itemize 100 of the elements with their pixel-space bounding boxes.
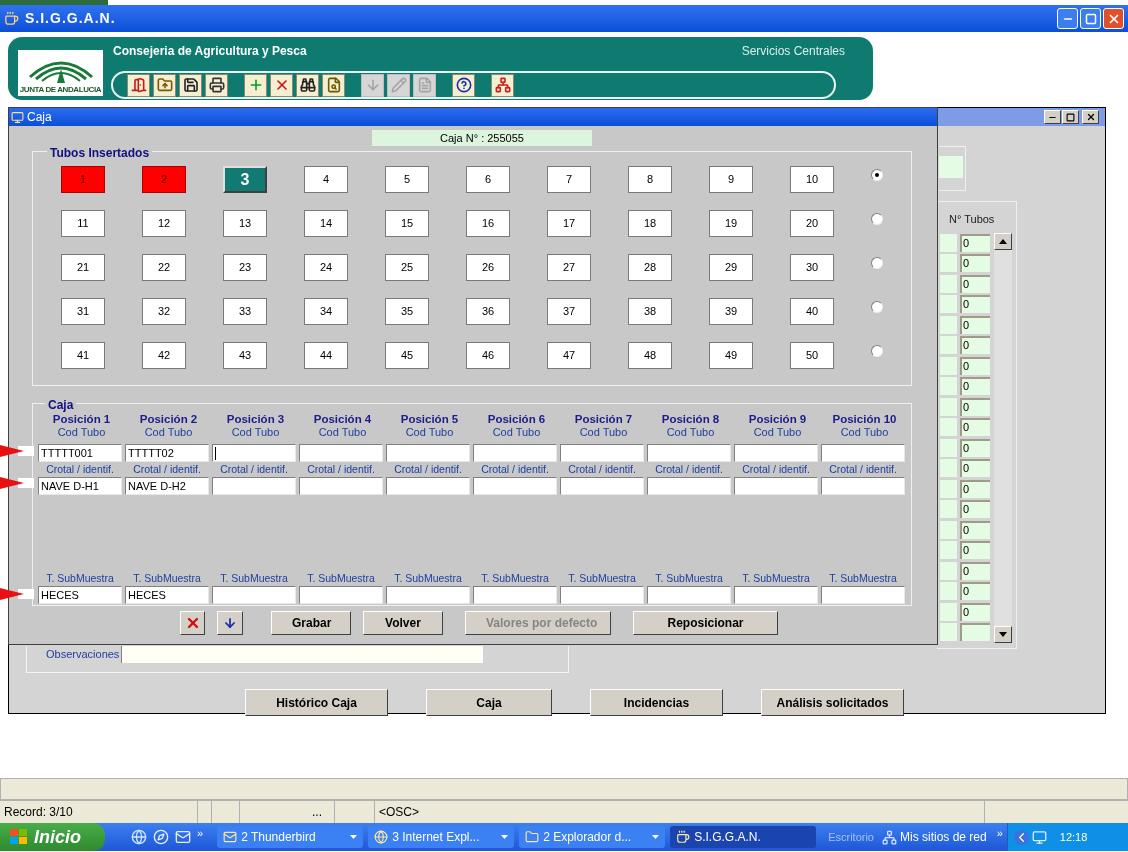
tube-button[interactable]: 13 <box>223 210 267 237</box>
input-field[interactable] <box>940 254 957 273</box>
count-field[interactable]: 0 <box>960 274 990 293</box>
tube-button[interactable]: 38 <box>628 298 672 325</box>
action-button[interactable]: Histórico Caja <box>245 689 388 716</box>
text-field[interactable] <box>821 586 905 604</box>
count-field[interactable]: 0 <box>960 397 990 416</box>
action-button[interactable]: Reposicionar <box>633 611 778 635</box>
action-button[interactable]: Grabar <box>271 611 351 635</box>
input-field[interactable] <box>940 602 957 621</box>
count-field[interactable]: 0 <box>960 500 990 519</box>
minimize-button[interactable] <box>1044 110 1061 124</box>
text-field[interactable] <box>386 444 470 462</box>
input-field[interactable] <box>940 459 957 478</box>
toolbar-button[interactable] <box>452 73 475 97</box>
count-field[interactable]: 0 <box>960 233 990 252</box>
tube-button[interactable]: 17 <box>547 210 591 237</box>
tube-button[interactable]: 19 <box>709 210 753 237</box>
tube-button[interactable]: 28 <box>628 254 672 281</box>
count-field[interactable]: 0 <box>960 315 990 334</box>
computer-icon[interactable] <box>1031 829 1047 845</box>
tube-button[interactable]: 33 <box>223 298 267 325</box>
input-field[interactable] <box>940 541 957 560</box>
count-field[interactable]: 0 <box>960 356 990 375</box>
tube-button[interactable]: 36 <box>466 298 510 325</box>
tube-button[interactable]: 50 <box>790 342 834 369</box>
tube-button[interactable]: 45 <box>385 342 429 369</box>
text-field[interactable]: NAVE D-H1 <box>38 477 122 495</box>
tube-button[interactable]: 10 <box>790 166 834 193</box>
toolbar-button[interactable] <box>179 73 202 97</box>
count-field[interactable]: 0 <box>960 418 990 437</box>
text-field[interactable]: NAVE D-H2 <box>125 477 209 495</box>
text-field[interactable] <box>212 477 296 495</box>
text-field[interactable] <box>299 586 383 604</box>
count-field[interactable]: 0 <box>960 520 990 539</box>
text-field[interactable]: TTTTT001 <box>38 444 122 462</box>
input-field[interactable] <box>940 582 957 601</box>
action-button[interactable]: Caja <box>426 689 552 716</box>
input-field[interactable] <box>940 274 957 293</box>
text-field[interactable] <box>734 477 818 495</box>
scroll-down-button[interactable] <box>994 625 1012 643</box>
text-field[interactable] <box>212 444 296 462</box>
text-field[interactable]: HECES <box>38 586 122 604</box>
text-field[interactable] <box>473 586 557 604</box>
tube-button[interactable]: 43 <box>223 342 267 369</box>
mail-icon[interactable] <box>175 829 191 845</box>
count-field[interactable]: 0 <box>960 377 990 396</box>
input-field[interactable] <box>940 520 957 539</box>
network-icon[interactable] <box>881 829 897 845</box>
row-radio[interactable] <box>871 256 883 269</box>
tube-button[interactable]: 39 <box>709 298 753 325</box>
text-field[interactable] <box>560 477 644 495</box>
scroll-up-button[interactable] <box>994 232 1012 250</box>
text-field[interactable] <box>734 586 818 604</box>
overflow-chevron[interactable]: » <box>996 824 1003 842</box>
tube-button[interactable]: 35 <box>385 298 429 325</box>
tube-button[interactable]: 15 <box>385 210 429 237</box>
input-field[interactable] <box>940 315 957 334</box>
tube-button[interactable]: 27 <box>547 254 591 281</box>
input-field[interactable] <box>940 623 957 642</box>
tube-button[interactable]: 40 <box>790 298 834 325</box>
task-button[interactable]: 3 Internet Expl... <box>368 826 515 848</box>
action-button[interactable]: Volver <box>363 611 443 635</box>
globe-icon[interactable] <box>131 829 147 845</box>
text-field[interactable] <box>734 444 818 462</box>
tube-button[interactable]: 5 <box>385 166 429 193</box>
count-field[interactable]: 0 <box>960 336 990 355</box>
count-field[interactable]: 0 <box>960 541 990 560</box>
tube-button[interactable]: 9 <box>709 166 753 193</box>
input-field[interactable] <box>940 336 957 355</box>
close-button[interactable] <box>1082 110 1099 124</box>
tube-button[interactable]: 18 <box>628 210 672 237</box>
tube-button[interactable]: 49 <box>709 342 753 369</box>
count-field[interactable]: 0 <box>960 602 990 621</box>
text-field[interactable] <box>560 444 644 462</box>
tube-button[interactable]: 7 <box>547 166 591 193</box>
text-field[interactable] <box>299 444 383 462</box>
tube-button[interactable]: 29 <box>709 254 753 281</box>
input-field[interactable] <box>940 500 957 519</box>
scrollbar[interactable] <box>994 232 1012 643</box>
tube-button[interactable]: 31 <box>61 298 105 325</box>
text-field[interactable] <box>647 477 731 495</box>
tube-button[interactable]: 41 <box>61 342 105 369</box>
toolbar-button[interactable] <box>205 73 228 97</box>
input-field[interactable] <box>940 397 957 416</box>
start-button[interactable]: Inicio <box>0 823 105 851</box>
text-field[interactable] <box>560 586 644 604</box>
text-field[interactable] <box>299 477 383 495</box>
action-button[interactable]: Incidencias <box>590 689 723 716</box>
row-radio[interactable] <box>871 212 883 225</box>
action-button[interactable]: Análisis solicitados <box>761 689 904 716</box>
row-radio[interactable] <box>871 344 883 357</box>
task-button[interactable]: 2 Thunderbird <box>217 826 364 848</box>
input-field[interactable] <box>940 377 957 396</box>
text-field[interactable] <box>386 586 470 604</box>
count-field[interactable]: 0 <box>960 479 990 498</box>
input-field[interactable] <box>940 479 957 498</box>
tube-button[interactable]: 11 <box>61 210 105 237</box>
text-field[interactable]: TTTTT02 <box>125 444 209 462</box>
tube-button[interactable]: 6 <box>466 166 510 193</box>
